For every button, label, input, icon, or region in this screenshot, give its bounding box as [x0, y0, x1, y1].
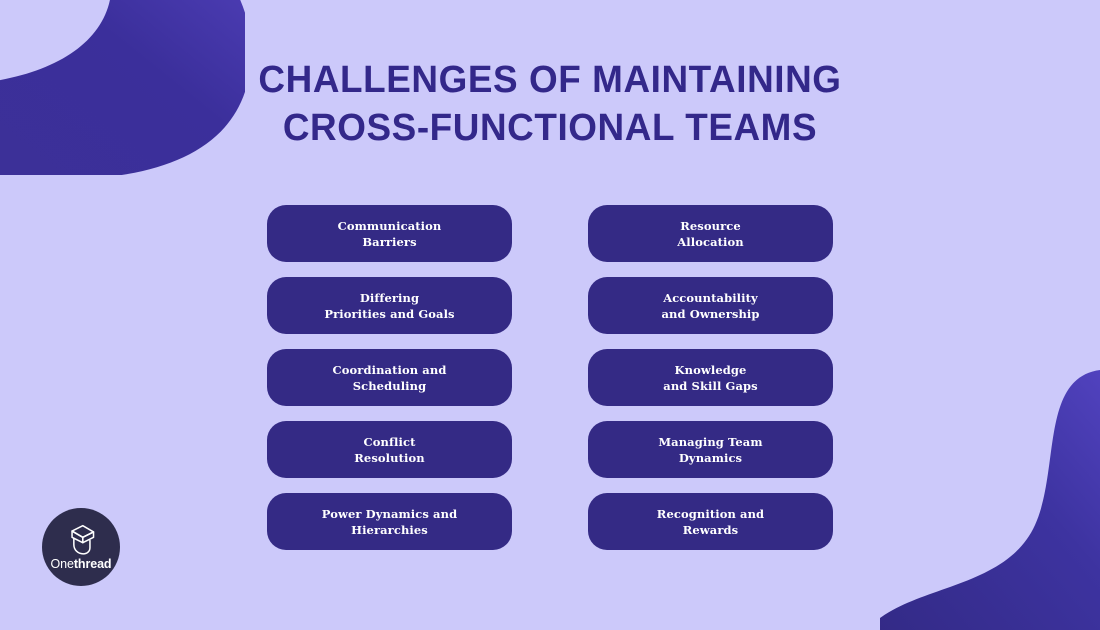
challenge-card-resource-allocation[interactable]: Resource Allocation	[588, 205, 833, 262]
challenge-card-managing-team-dynamics[interactable]: Managing Team Dynamics	[588, 421, 833, 478]
wordmark-part-thread: thread	[73, 557, 112, 571]
challenge-card-label: Differing Priorities and Goals	[324, 290, 455, 321]
challenge-card-power-dynamics[interactable]: Power Dynamics and Hierarchies	[267, 493, 512, 550]
challenge-cards-grid: Communication Barriers Resource Allocati…	[267, 205, 833, 550]
challenge-card-label: Communication Barriers	[337, 218, 442, 249]
challenge-card-accountability-ownership[interactable]: Accountability and Ownership	[588, 277, 833, 334]
challenge-card-label: Power Dynamics and Hierarchies	[321, 506, 458, 537]
challenge-card-label: Resource Allocation	[677, 218, 744, 249]
onethread-logo[interactable]: Onethread	[42, 508, 120, 586]
challenge-card-label: Knowledge and Skill Gaps	[663, 362, 758, 393]
page-title: CHALLENGES OF MAINTAINING CROSS-FUNCTION…	[0, 56, 1100, 152]
challenge-card-communication-barriers[interactable]: Communication Barriers	[267, 205, 512, 262]
onethread-isometric-mark-icon	[71, 524, 95, 555]
challenge-card-recognition-rewards[interactable]: Recognition and Rewards	[588, 493, 833, 550]
challenge-card-label: Accountability and Ownership	[661, 290, 760, 321]
challenge-card-differing-priorities[interactable]: Differing Priorities and Goals	[267, 277, 512, 334]
challenge-card-label: Managing Team Dynamics	[658, 434, 763, 465]
challenge-card-coordination-scheduling[interactable]: Coordination and Scheduling	[267, 349, 512, 406]
bottom-right-wave-blob	[880, 370, 1100, 630]
page-title-line-2: CROSS-FUNCTIONAL TEAMS	[282, 107, 818, 149]
page-title-line-1: CHALLENGES OF MAINTAINING	[258, 59, 842, 101]
challenge-card-label: Coordination and Scheduling	[332, 362, 447, 393]
challenge-card-label: Conflict Resolution	[354, 434, 425, 465]
onethread-wordmark: Onethread	[51, 558, 112, 571]
infographic-canvas: CHALLENGES OF MAINTAINING CROSS-FUNCTION…	[0, 0, 1100, 630]
challenge-card-knowledge-skill-gaps[interactable]: Knowledge and Skill Gaps	[588, 349, 833, 406]
challenge-card-label: Recognition and Rewards	[656, 506, 765, 537]
wordmark-part-one: One	[50, 557, 74, 571]
challenge-card-conflict-resolution[interactable]: Conflict Resolution	[267, 421, 512, 478]
